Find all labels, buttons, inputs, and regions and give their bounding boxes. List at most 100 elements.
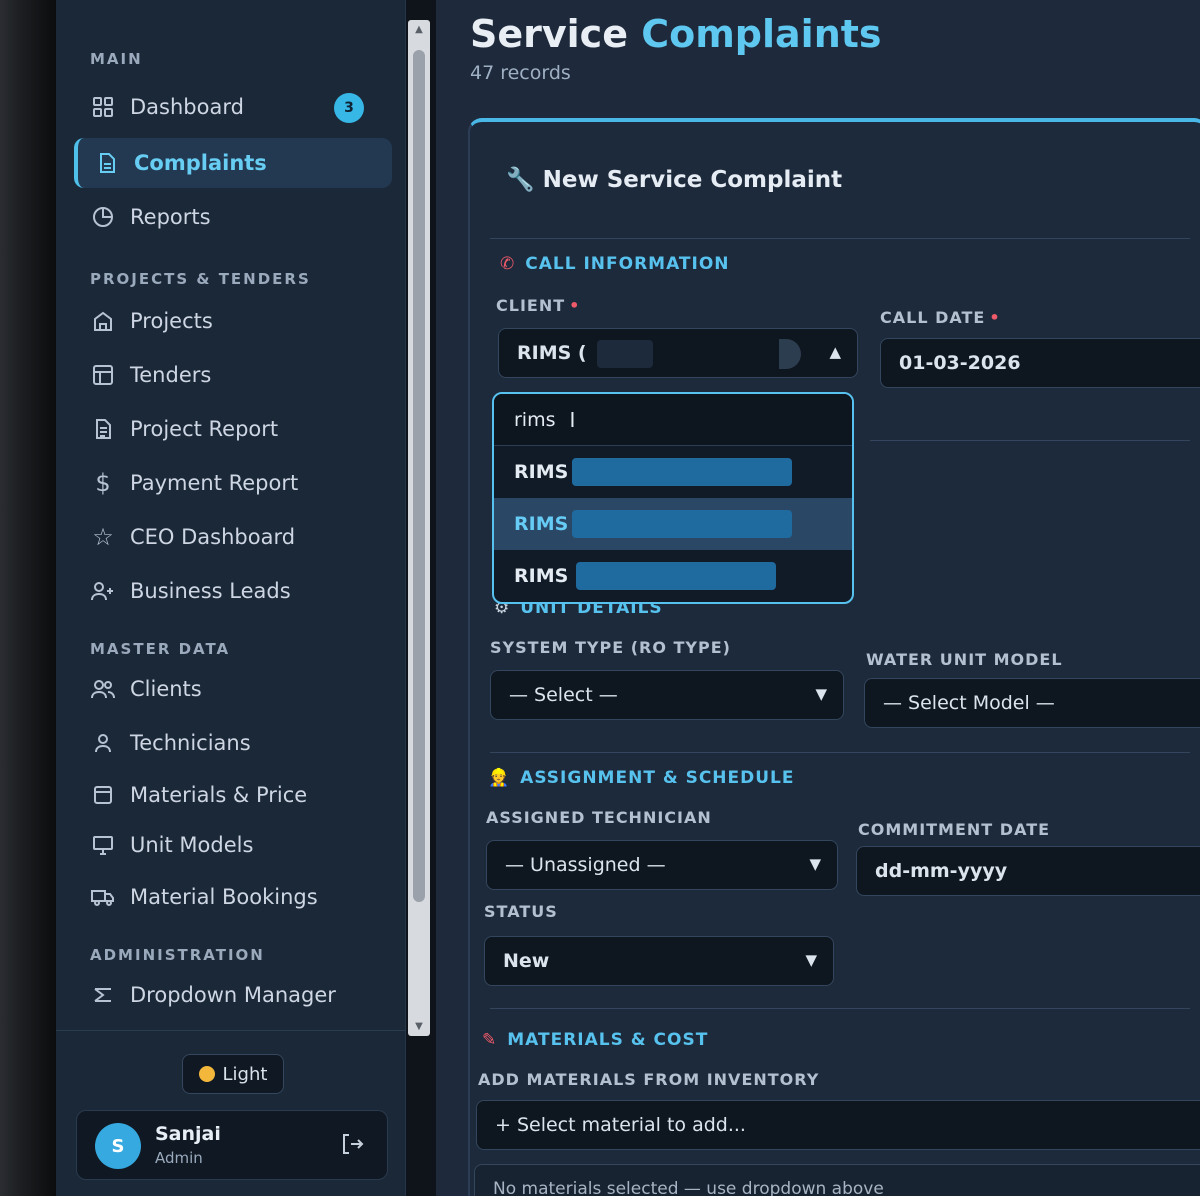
sidebar-item-dropdown-manager[interactable]: Dropdown Manager [74, 970, 392, 1020]
client-dropdown: rims I RIMS ( RIMS ( RIMS (( [492, 392, 854, 604]
sidebar-item-technicians[interactable]: Technicians [74, 718, 392, 768]
sidebar-item-tenders[interactable]: Tenders [74, 350, 392, 400]
form-title-text: New Service Complaint [542, 167, 843, 193]
redacted-text [572, 510, 792, 538]
sidebar-item-material-bookings[interactable]: Material Bookings [74, 872, 392, 922]
call-date-value: 01-03-2026 [899, 352, 1021, 374]
client-option-highlighted[interactable]: RIMS ( [494, 498, 852, 550]
redacted-text [576, 562, 776, 590]
material-select-placeholder: + Select material to add... [495, 1114, 746, 1136]
sidebar-item-unit-models[interactable]: Unit Models [74, 820, 392, 870]
assigned-technician-select[interactable]: — Unassigned — ▼ [486, 840, 838, 890]
divider [490, 752, 1190, 753]
section-master-data: MASTER DATA [90, 640, 231, 658]
commitment-date-label: COMMITMENT DATE [858, 820, 1051, 839]
material-select[interactable]: + Select material to add... [476, 1100, 1200, 1150]
sun-icon [198, 1066, 215, 1082]
sidebar-item-label: Complaints [134, 151, 267, 175]
materials-empty-state: No materials selected — use dropdown abo… [474, 1164, 1200, 1196]
section-label: ASSIGNMENT & SCHEDULE [520, 768, 795, 788]
system-type-value: — Select — [509, 684, 618, 706]
page-title-accent: Complaints [641, 12, 882, 56]
sidebar-item-materials[interactable]: Materials & Price [74, 770, 392, 820]
theme-toggle-button[interactable]: Light [182, 1054, 284, 1094]
sidebar-item-projects[interactable]: Projects [74, 296, 392, 346]
client-option[interactable]: RIMS (( [494, 550, 852, 602]
sidebar-item-business-leads[interactable]: Business Leads [74, 566, 392, 616]
chevron-down-icon: ▼ [815, 685, 827, 703]
status-select[interactable]: New ▼ [484, 936, 834, 986]
sidebar-item-label: Dropdown Manager [130, 983, 336, 1007]
sidebar-item-label: Clients [130, 677, 202, 701]
section-projects: PROJECTS & TENDERS [90, 270, 311, 288]
section-administration: ADMINISTRATION [90, 946, 265, 964]
client-label: CLIENT • [496, 296, 580, 315]
sidebar-item-complaints[interactable]: Complaints [74, 138, 392, 188]
divider [490, 238, 1190, 239]
theme-toggle-label: Light [222, 1063, 268, 1085]
main-content: Service Complaints 47 records 🔧 New Servi… [436, 0, 1200, 1196]
water-unit-model-value: — Select Model — [883, 692, 1055, 714]
file-icon [90, 416, 116, 442]
box-icon [90, 782, 116, 808]
section-materials-cost: ✎ MATERIALS & COST [482, 1030, 708, 1050]
sidebar-item-label: Materials & Price [130, 783, 308, 807]
redacted-text [597, 340, 653, 368]
sidebar-item-label: Projects [130, 309, 213, 333]
sidebar-item-clients[interactable]: Clients [74, 664, 392, 714]
call-date-label: CALL DATE • [880, 308, 1001, 327]
phone-icon: ✆ [500, 254, 516, 274]
section-main: MAIN [90, 50, 143, 68]
client-select-value: RIMS ( [517, 342, 587, 364]
divider [870, 440, 1190, 441]
assigned-technician-value: — Unassigned — [505, 854, 666, 876]
redacted-text [572, 458, 792, 486]
sidebar-divider [56, 1030, 406, 1031]
monitor-icon [90, 832, 116, 858]
sliders-icon [90, 982, 116, 1008]
required-marker: • [989, 308, 1001, 327]
sidebar-item-label: Dashboard [130, 95, 244, 119]
commitment-date-input[interactable]: dd-mm-yyyy [856, 846, 1200, 896]
scroll-down-icon[interactable]: ▼ [408, 1021, 430, 1032]
worker-icon: 👷 [488, 768, 511, 788]
client-search-value: rims [514, 408, 556, 431]
sidebar-item-dashboard[interactable]: Dashboard 3 [74, 82, 392, 132]
assigned-technician-label: ASSIGNED TECHNICIAN [486, 808, 712, 827]
record-count: 47 records [470, 62, 571, 84]
user-icon [90, 730, 116, 756]
sidebar-item-reports[interactable]: Reports [74, 192, 392, 242]
page-title-text: Service [470, 12, 628, 56]
chevron-down-icon: ▼ [809, 855, 821, 873]
add-materials-label: ADD MATERIALS FROM INVENTORY [478, 1070, 820, 1089]
user-card: S Sanjai Admin [76, 1110, 388, 1180]
required-marker: • [569, 296, 581, 315]
users-plus-icon [90, 578, 116, 604]
scroll-up-icon[interactable]: ▲ [408, 24, 430, 35]
sidebar-item-project-report[interactable]: Project Report [74, 404, 392, 454]
grid-icon [90, 94, 116, 120]
users-icon [90, 676, 116, 702]
clear-handle [779, 339, 801, 369]
sidebar-item-payment-report[interactable]: $ Payment Report [74, 458, 392, 508]
sidebar-scrollbar[interactable]: ▲ ▼ [408, 20, 430, 1036]
water-unit-model-select[interactable]: — Select Model — [864, 678, 1200, 728]
sidebar-item-label: Business Leads [130, 579, 291, 603]
form-title: 🔧 New Service Complaint [506, 166, 842, 193]
scroll-thumb[interactable] [413, 50, 425, 902]
client-option[interactable]: RIMS ( [494, 446, 852, 498]
system-type-select[interactable]: — Select — ▼ [490, 670, 844, 720]
logout-icon[interactable] [339, 1131, 367, 1159]
section-label: MATERIALS & COST [507, 1030, 709, 1050]
call-date-input[interactable]: 01-03-2026 [880, 338, 1200, 388]
commitment-date-placeholder: dd-mm-yyyy [875, 860, 1008, 882]
sidebar-item-ceo-dashboard[interactable]: ☆ CEO Dashboard [74, 512, 392, 562]
client-select[interactable]: RIMS ( ▲ [498, 328, 858, 378]
sidebar-item-label: Reports [130, 205, 211, 229]
sidebar-item-label: CEO Dashboard [130, 525, 296, 549]
chevron-up-icon: ▲ [829, 343, 841, 361]
client-search-input[interactable]: rims I [494, 394, 852, 446]
sidebar: MAIN Dashboard 3 Complaints Reports PROJ… [56, 0, 430, 1196]
user-role: Admin [155, 1149, 203, 1167]
system-type-label: SYSTEM TYPE (RO TYPE) [490, 638, 731, 657]
